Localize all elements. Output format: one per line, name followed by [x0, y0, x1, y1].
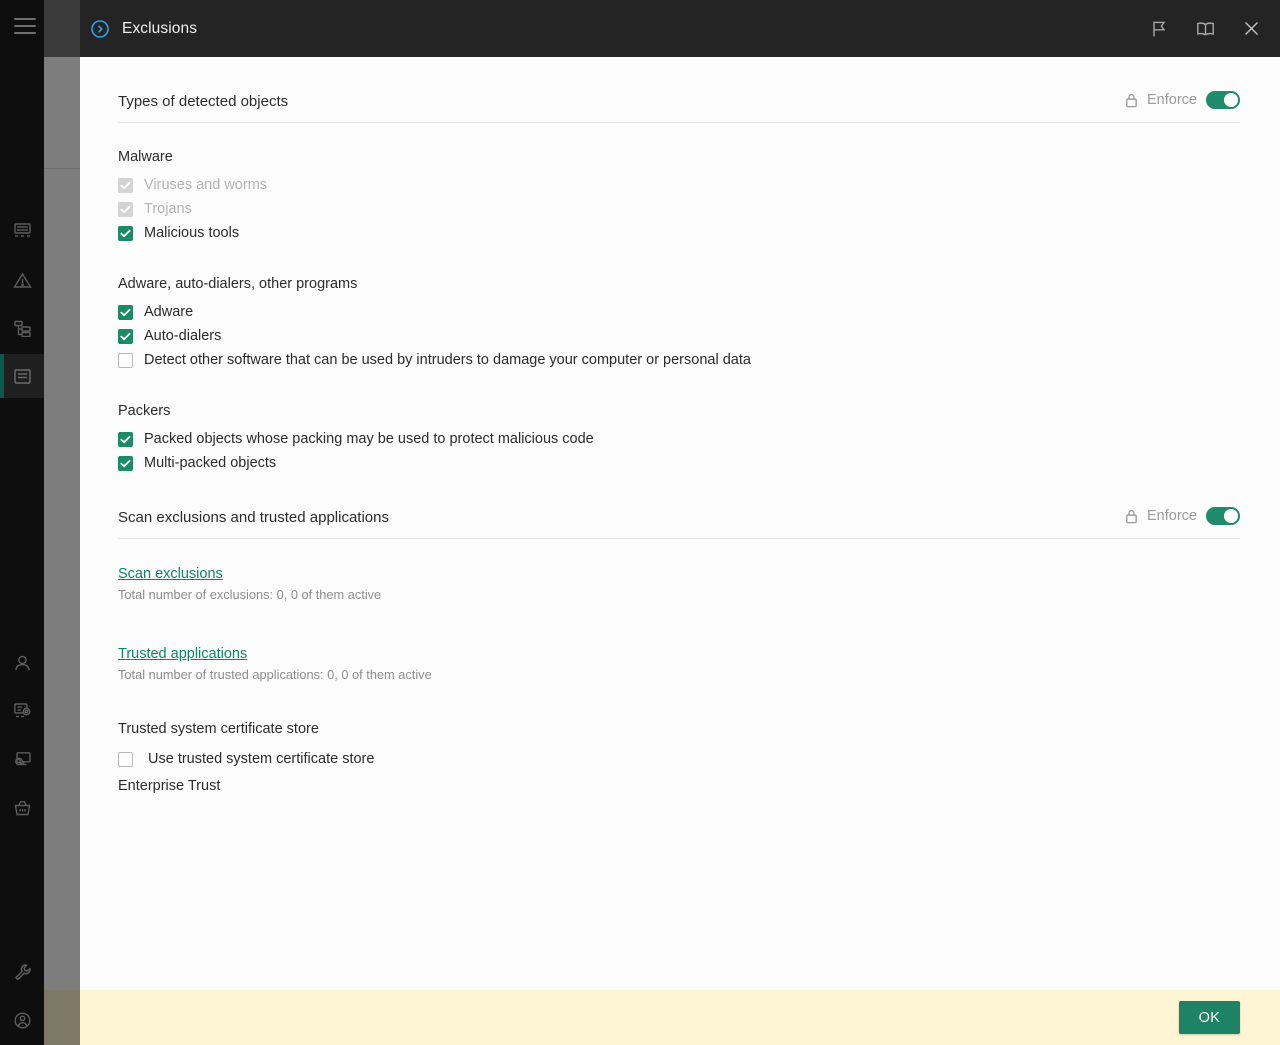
policies-icon: [13, 368, 32, 385]
exclusions-dialog: Exclusions Typ: [80, 0, 1280, 1045]
list-icon: [13, 320, 32, 337]
navigation-panel-footer-overlay: [44, 990, 80, 1045]
enforce-control-scan-exclusions: Enforce: [1125, 507, 1240, 526]
group-title-packers: Packers: [118, 403, 1280, 419]
warning-triangle-icon: [13, 272, 32, 289]
checkbox-label: Detect other software that can be used b…: [144, 352, 751, 368]
checkbox-detect-other-software: [118, 353, 133, 368]
trusted-applications-summary: Total number of trusted applications: 0,…: [118, 667, 1280, 682]
titlebar-action-group: [1148, 18, 1280, 40]
ok-button[interactable]: OK: [1179, 1001, 1240, 1034]
navigation-panel-overlay: [44, 57, 80, 990]
checkbox-adware: [118, 305, 133, 320]
enforce-toggle[interactable]: [1206, 507, 1240, 525]
sidebar-item-users[interactable]: [0, 641, 44, 685]
lock-icon: [1125, 509, 1138, 524]
sidebar-item-devices[interactable]: [0, 208, 44, 252]
link-scan-exclusions[interactable]: Scan exclusions: [118, 566, 223, 582]
checkbox-row-use-certificate-store[interactable]: Use trusted system certificate store: [118, 747, 1280, 771]
enforce-control-detected-objects: Enforce: [1125, 91, 1240, 110]
sidebar-item-discovery[interactable]: [0, 737, 44, 781]
sidebar-item-account[interactable]: [0, 998, 44, 1042]
checkbox-label: Viruses and worms: [144, 177, 267, 193]
group-title-adware: Adware, auto-dialers, other programs: [118, 276, 1280, 292]
checkbox-row-auto-dialers[interactable]: Auto-dialers: [118, 324, 1280, 348]
checkbox-row-multi-packed-objects[interactable]: Multi-packed objects: [118, 451, 1280, 475]
checkbox-row-viruses-and-worms[interactable]: Viruses and worms: [118, 173, 1280, 197]
navigation-panel-divider: [44, 168, 80, 169]
link-block-trusted-applications: Trusted applications Total number of tru…: [118, 645, 1280, 682]
checkbox-label: Packed objects whose packing may be used…: [144, 431, 594, 447]
checkbox-label: Auto-dialers: [144, 328, 221, 344]
link-block-scan-exclusions: Scan exclusions Total number of exclusio…: [118, 565, 1280, 602]
section-header-detected-objects: Types of detected objects Enforce: [118, 57, 1240, 123]
sidebar-icon-list: [0, 0, 44, 1045]
group-title-certificate-store: Trusted system certificate store: [118, 721, 1280, 737]
checkbox-label: Malicious tools: [144, 225, 239, 241]
close-icon[interactable]: [1240, 18, 1262, 40]
checkbox-use-certificate-store: [118, 752, 133, 767]
link-trusted-applications[interactable]: Trusted applications: [118, 646, 247, 662]
sidebar-item-settings[interactable]: [0, 950, 44, 994]
checkbox-label: Use trusted system certificate store: [148, 751, 374, 767]
checkbox-packed-objects: [118, 432, 133, 447]
enforce-toggle[interactable]: [1206, 91, 1240, 109]
checkbox-auto-dialers: [118, 329, 133, 344]
certificate-store-value: Enterprise Trust: [118, 778, 1280, 794]
checkbox-row-malicious-tools[interactable]: Malicious tools: [118, 221, 1280, 245]
sidebar-item-alerts[interactable]: [0, 258, 44, 302]
checkbox-row-trojans[interactable]: Trojans: [118, 197, 1280, 221]
dialog-titlebar: Exclusions: [80, 0, 1280, 57]
checkbox-multi-packed-objects: [118, 456, 133, 471]
dialog-footer: OK: [80, 990, 1280, 1045]
section-header-scan-exclusions: Scan exclusions and trusted applications…: [118, 475, 1240, 539]
arrow-circle-right-icon: [90, 19, 110, 39]
monitor-search-icon: [13, 751, 32, 768]
enforce-label: Enforce: [1147, 508, 1197, 524]
wrench-icon: [13, 963, 32, 981]
server-icon: [13, 222, 32, 238]
checkbox-label: Adware: [144, 304, 193, 320]
book-icon[interactable]: [1194, 18, 1216, 40]
checkbox-row-adware[interactable]: Adware: [118, 300, 1280, 324]
scan-exclusions-summary: Total number of exclusions: 0, 0 of them…: [118, 587, 1280, 602]
group-title-malware: Malware: [118, 149, 1280, 165]
sidebar-item-marketplace[interactable]: [0, 786, 44, 830]
lock-icon: [1125, 93, 1138, 108]
checkbox-trojans: [118, 202, 133, 217]
checkbox-row-detect-other-software[interactable]: Detect other software that can be used b…: [118, 348, 1280, 372]
user-icon: [13, 654, 32, 672]
checkbox-label: Multi-packed objects: [144, 455, 276, 471]
monitor-gear-icon: [13, 702, 32, 719]
account-circle-icon: [13, 1011, 32, 1030]
sidebar-item-operations[interactable]: [0, 688, 44, 732]
checkbox-label: Trojans: [144, 201, 192, 217]
basket-icon: [13, 800, 32, 817]
checkbox-malicious-tools: [118, 226, 133, 241]
sidebar-item-tasks[interactable]: [0, 306, 44, 350]
enforce-label: Enforce: [1147, 92, 1197, 108]
sidebar-item-policies[interactable]: [0, 354, 44, 398]
section-title: Scan exclusions and trusted applications: [118, 509, 389, 526]
checkbox-viruses-and-worms: [118, 178, 133, 193]
checkbox-row-packed-objects[interactable]: Packed objects whose packing may be used…: [118, 427, 1280, 451]
dialog-title: Exclusions: [122, 20, 197, 38]
flag-icon[interactable]: [1148, 18, 1170, 40]
section-title: Types of detected objects: [118, 93, 288, 110]
dialog-content: Types of detected objects Enforce Malwar…: [80, 57, 1280, 990]
